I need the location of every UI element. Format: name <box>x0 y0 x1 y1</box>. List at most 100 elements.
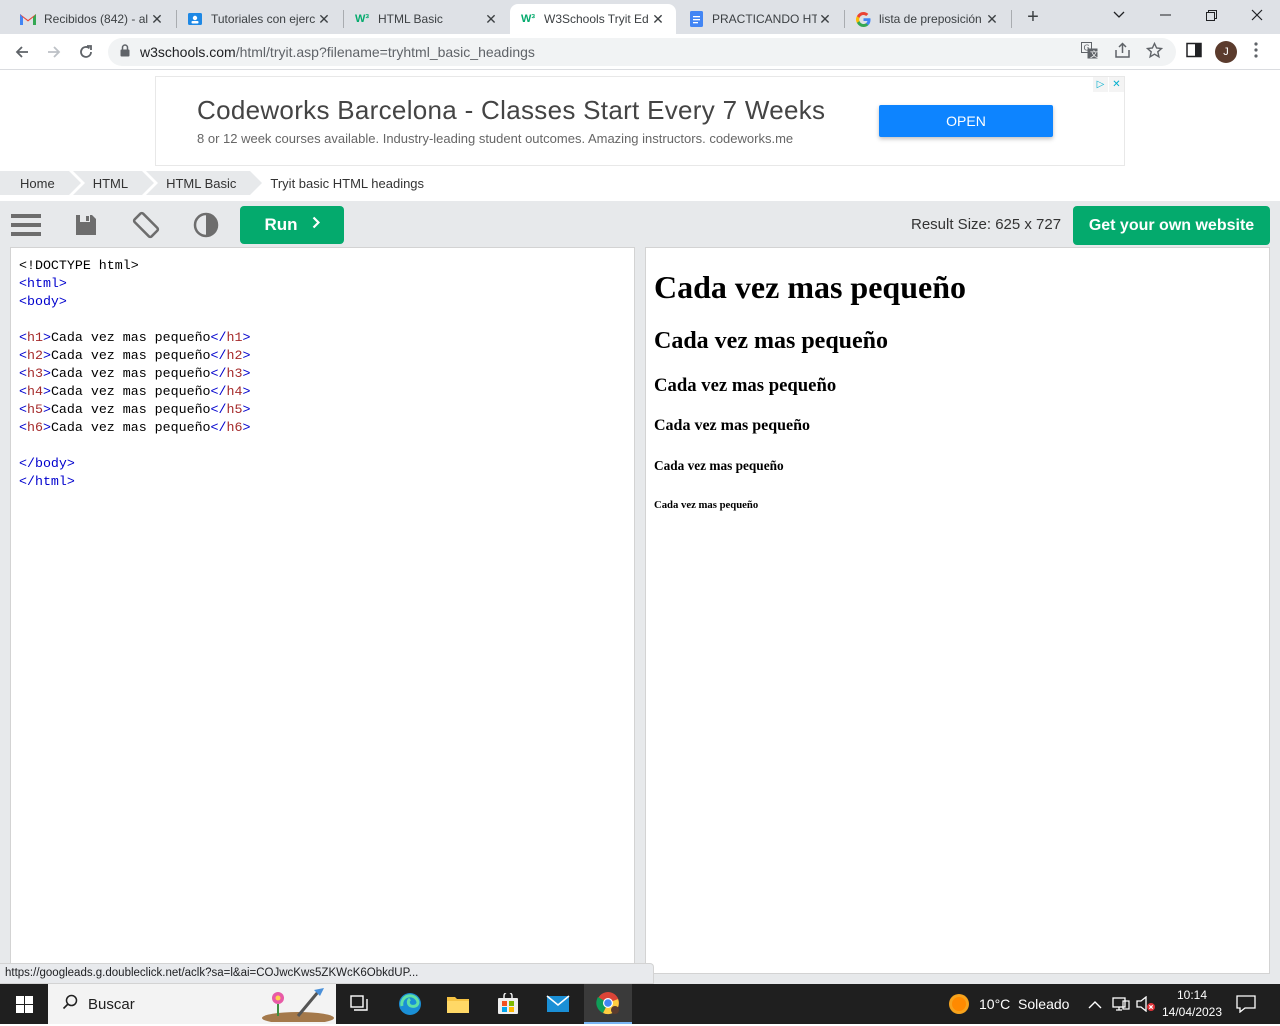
volume-button[interactable] <box>1136 984 1156 1024</box>
taskbar-search[interactable]: Buscar <box>48 984 336 1024</box>
code-h6-text: Cada vez mas pequeño <box>50 420 211 435</box>
url-text: w3schools.com/html/tryit.asp?filename=tr… <box>140 44 535 60</box>
taskbar-clock[interactable]: 10:14 14/04/2023 <box>1160 987 1224 1021</box>
close-icon[interactable]: ✕ <box>817 11 833 28</box>
side-panel-icon[interactable] <box>1186 42 1202 62</box>
google-icon <box>855 11 871 27</box>
breadcrumb-home[interactable]: Home <box>0 171 85 195</box>
lock-icon <box>120 44 130 60</box>
taskbar-mail[interactable] <box>534 984 582 1024</box>
reload-icon <box>80 45 92 58</box>
show-hidden-icons-button[interactable] <box>1088 984 1102 1024</box>
weather-widget[interactable]: 10°C Soleado <box>948 984 1069 1024</box>
more-vert-icon[interactable] <box>1254 42 1258 62</box>
code-h5-text: Cada vez mas pequeño <box>50 402 211 417</box>
task-view-button[interactable] <box>336 984 384 1024</box>
theme-toggle-icon[interactable] <box>191 210 221 240</box>
breadcrumb-html-basic[interactable]: HTML Basic <box>146 171 267 195</box>
w3schools-icon: W³ <box>520 13 536 25</box>
code-line: </html> <box>19 473 626 491</box>
task-view-icon <box>350 995 368 1011</box>
run-button[interactable]: Run <box>240 206 344 244</box>
browser-tab-practicando[interactable]: PRACTICANDO HTM ✕ <box>678 4 843 34</box>
result-heading-3: Cada vez mas pequeño <box>654 375 837 396</box>
ad-badges: ▷ ✕ <box>1092 77 1124 92</box>
code-h2-text: Cada vez mas pequeño <box>50 348 211 363</box>
restore-icon <box>1205 9 1217 21</box>
get-own-website-button[interactable]: Get your own website <box>1073 206 1270 245</box>
close-icon[interactable]: ✕ <box>316 11 332 28</box>
rotate-orientation-icon[interactable] <box>131 210 161 240</box>
taskbar-file-explorer[interactable] <box>434 984 482 1024</box>
search-placeholder: Buscar <box>88 995 135 1013</box>
close-icon[interactable]: ✕ <box>1109 77 1124 92</box>
clock-time: 10:14 <box>1176 988 1208 1002</box>
taskbar-edge[interactable] <box>386 984 434 1024</box>
tryit-toolbar: Run Result Size: 625 x 727 Get your own … <box>0 201 1280 247</box>
address-bar[interactable]: w3schools.com/html/tryit.asp?filename=tr… <box>108 38 1176 66</box>
result-heading-4: Cada vez mas pequeño <box>654 417 811 434</box>
taskbar-store[interactable] <box>484 984 532 1024</box>
breadcrumb-current: Tryit basic HTML headings <box>270 175 425 191</box>
forward-button[interactable] <box>42 40 66 64</box>
tab-search-button[interactable] <box>1096 0 1142 30</box>
adchoices-icon[interactable]: ▷ <box>1093 77 1108 92</box>
code-editor[interactable]: <!DOCTYPE html> <html> <body> <h1>Cada v… <box>10 247 635 974</box>
browser-tab-tryit[interactable]: W³ W3Schools Tryit Ed ✕ <box>510 4 676 34</box>
clock-date: 14/04/2023 <box>1161 1005 1223 1019</box>
start-button[interactable] <box>0 984 48 1024</box>
minimize-button[interactable] <box>1142 0 1188 30</box>
restore-button[interactable] <box>1188 0 1234 30</box>
close-icon <box>1251 9 1263 21</box>
code-h1-text: Cada vez mas pequeño <box>50 330 211 345</box>
code-h3-text: Cada vez mas pequeño <box>50 366 211 381</box>
menu-icon[interactable] <box>11 210 41 240</box>
code-line: <h3>Cada vez mas pequeño</h3> <box>19 366 251 381</box>
sun-icon <box>949 994 969 1014</box>
code-body-close: </body> <box>19 456 75 471</box>
network-icon <box>1112 997 1130 1011</box>
code-doctype: <!DOCTYPE html> <box>19 258 139 273</box>
browser-tab-gmail[interactable]: Recibidos (842) - al ✕ <box>10 4 175 34</box>
translate-icon[interactable]: G文 <box>1081 42 1098 63</box>
taskbar-chrome[interactable] <box>584 984 632 1024</box>
save-icon[interactable] <box>71 210 101 240</box>
breadcrumb: Home HTML HTML Basic Tryit basic HTML he… <box>0 171 442 195</box>
code-line: <h5>Cada vez mas pequeño</h5> <box>19 402 251 417</box>
close-icon[interactable]: ✕ <box>149 11 165 28</box>
network-button[interactable] <box>1112 984 1130 1024</box>
ad-banner[interactable]: Codeworks Barcelona - Classes Start Ever… <box>155 76 1125 166</box>
notifications-button[interactable] <box>1236 984 1256 1024</box>
browser-tab-tutoriales[interactable]: Tutoriales con ejerc ✕ <box>177 4 342 34</box>
profile-avatar[interactable]: J <box>1215 41 1237 63</box>
code-line: <body> <box>19 293 626 311</box>
bookmark-star-icon[interactable] <box>1145 41 1164 63</box>
browser-tab-google[interactable]: lista de preposición ✕ <box>845 4 1010 34</box>
arrow-right-icon <box>48 46 61 58</box>
store-icon <box>498 993 518 1014</box>
gmail-icon <box>20 11 36 27</box>
browser-tab-html-basic[interactable]: W³ HTML Basic ✕ <box>344 4 509 34</box>
ad-open-button[interactable]: OPEN <box>879 105 1053 137</box>
tab-title: PRACTICANDO HTM <box>712 12 817 26</box>
result-pane: Cada vez mas pequeño Cada vez mas pequeñ… <box>645 247 1270 974</box>
code-h4-text: Cada vez mas pequeño <box>50 384 211 399</box>
search-highlight-illustration-icon <box>258 986 336 1026</box>
minimize-icon <box>1159 14 1171 16</box>
share-icon[interactable] <box>1114 42 1131 63</box>
reload-button[interactable] <box>74 40 98 64</box>
close-window-button[interactable] <box>1234 0 1280 30</box>
back-button[interactable] <box>10 40 34 64</box>
search-icon <box>62 994 78 1015</box>
ad-title[interactable]: Codeworks Barcelona - Classes Start Ever… <box>197 95 825 126</box>
docs-icon <box>688 11 704 27</box>
close-icon[interactable]: ✕ <box>984 11 1000 28</box>
edge-icon <box>399 993 421 1015</box>
volume-muted-icon <box>1136 996 1155 1012</box>
code-line: <h4>Cada vez mas pequeño</h4> <box>19 384 251 399</box>
close-icon[interactable]: ✕ <box>650 11 666 28</box>
tab-separator <box>1011 10 1012 28</box>
close-icon[interactable]: ✕ <box>483 11 499 28</box>
new-tab-button[interactable]: + <box>1020 6 1046 29</box>
